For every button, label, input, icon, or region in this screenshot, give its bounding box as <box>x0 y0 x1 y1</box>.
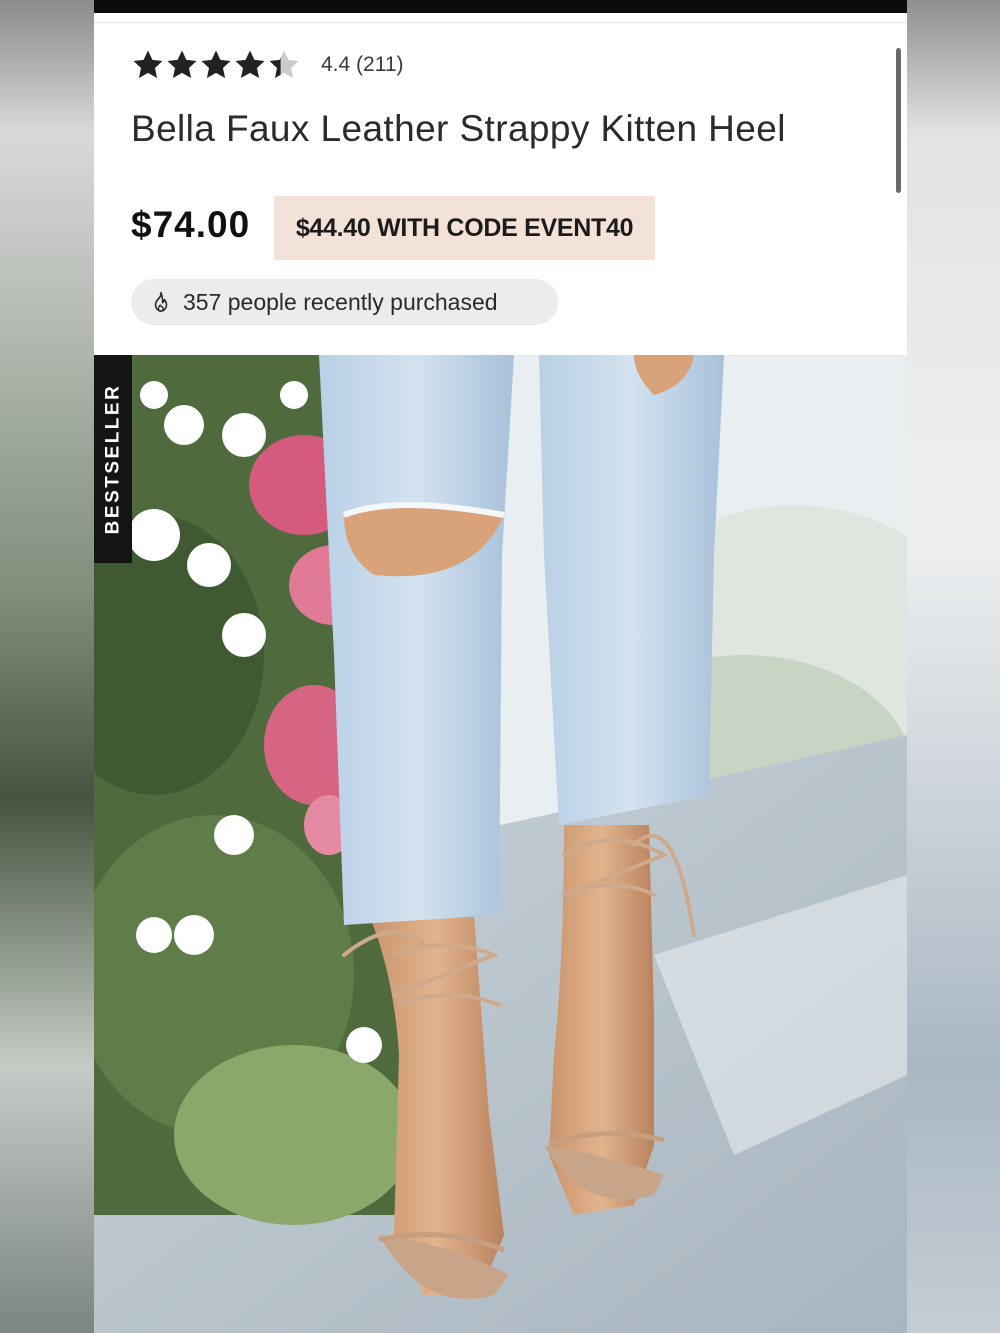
star-icon <box>269 50 299 79</box>
recent-purchases-text: 357 people recently purchased <box>183 288 498 315</box>
product-image[interactable] <box>94 355 907 1333</box>
bestseller-badge: BESTSELLER <box>94 355 132 563</box>
star-icon <box>235 50 265 79</box>
star-rating <box>131 48 301 82</box>
scrollbar[interactable] <box>896 48 901 193</box>
product-rating[interactable]: 4.4 (211) <box>131 46 404 84</box>
product-photo-illustration <box>94 355 907 1333</box>
background-left <box>0 0 94 1333</box>
top-divider <box>94 22 907 23</box>
product-page: 4.4 (211) Bella Faux Leather Strappy Kit… <box>94 0 907 1333</box>
background-right <box>907 0 1000 1333</box>
recent-purchases-pill: 357 people recently purchased <box>131 279 558 325</box>
product-price: $74.00 <box>131 204 251 245</box>
promo-code-badge: $44.40 WITH CODE EVENT40 <box>274 196 655 260</box>
star-icon <box>167 50 197 79</box>
star-icon <box>133 50 163 79</box>
fire-icon <box>154 291 168 312</box>
product-title: Bella Faux Leather Strappy Kitten Heel <box>131 108 786 149</box>
star-icon <box>201 50 231 79</box>
top-bar <box>94 0 907 13</box>
rating-count: 4.4 (211) <box>321 53 404 76</box>
